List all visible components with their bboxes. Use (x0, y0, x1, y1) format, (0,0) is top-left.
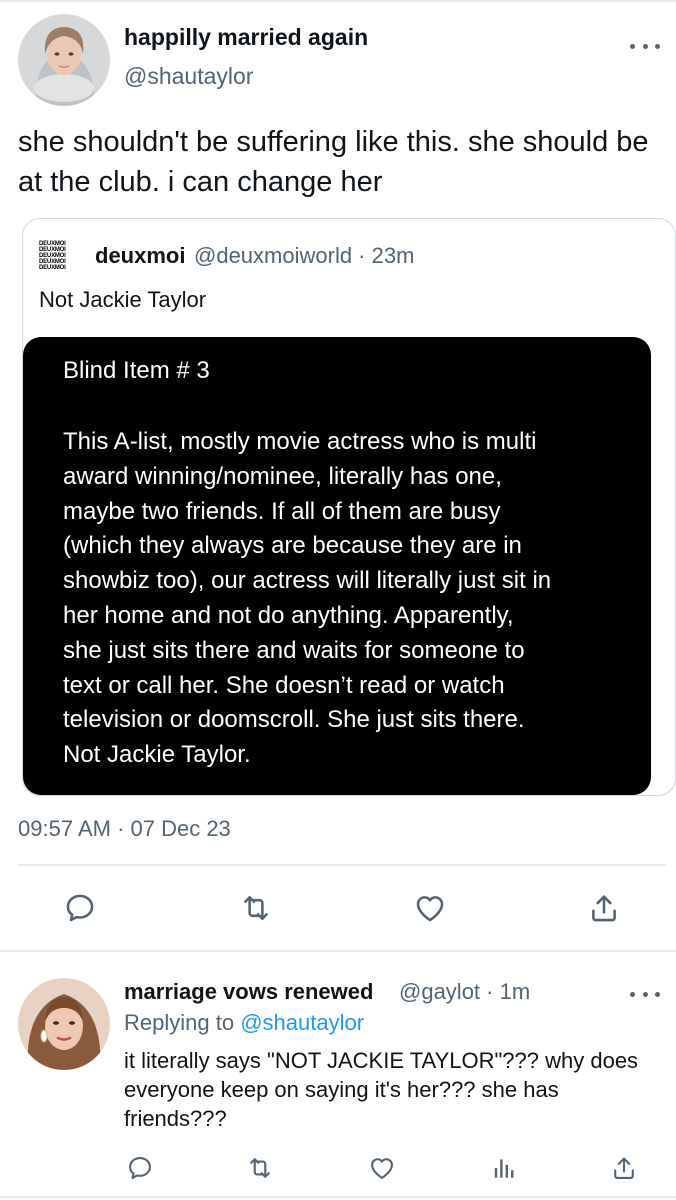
reply-icon[interactable] (60, 888, 100, 928)
replying-to-mention[interactable]: @shautaylor (240, 1010, 364, 1035)
more-options-icon[interactable] (630, 40, 660, 52)
author-avatar[interactable] (18, 14, 110, 106)
quoted-tweet[interactable]: DEUXMOI DEUXMOI DEUXMOI DEUXMOI DEUXMOI … (22, 218, 676, 796)
quoted-text: Not Jackie Taylor (39, 287, 207, 312)
share-icon[interactable] (608, 1152, 640, 1184)
like-icon[interactable] (410, 888, 450, 928)
author-display-name[interactable]: happilly married again (124, 24, 368, 51)
replying-to: Replying to @shautaylor (124, 1010, 365, 1035)
author-handle[interactable]: @shautaylor (124, 63, 253, 90)
reply-display-name[interactable]: marriage vows renewed (124, 979, 373, 1005)
quoted-display-name[interactable]: deuxmoi (95, 243, 185, 269)
more-options-icon[interactable] (630, 988, 660, 1000)
like-icon[interactable] (366, 1152, 398, 1184)
blind-item-image[interactable]: Blind Item # 3 This A-list, mostly movie… (23, 337, 651, 795)
share-icon[interactable] (584, 888, 624, 928)
blind-item-body: This A-list, mostly movie actress who is… (63, 428, 552, 769)
tweet-timestamp[interactable]: 09:57 AM · 07 Dec 23 (18, 816, 231, 842)
deuxmoi-logo: DEUXMOI DEUXMOI DEUXMOI DEUXMOI DEUXMOI (39, 241, 66, 271)
tweet-text: she shouldn't be suffering like this. sh… (18, 126, 649, 198)
retweet-icon[interactable] (244, 1152, 276, 1184)
quoted-handle-time: @deuxmoiworld · 23m (194, 243, 415, 268)
retweet-icon[interactable] (236, 888, 276, 928)
blind-item-title: Blind Item # 3 (63, 357, 210, 384)
reply-handle-time: @gaylot · 1m (399, 979, 531, 1004)
divider (0, 950, 676, 952)
analytics-icon[interactable] (488, 1152, 520, 1184)
divider (18, 864, 666, 866)
top-divider (0, 0, 676, 2)
reply-icon[interactable] (124, 1152, 156, 1184)
reply-text: it literally says "NOT JACKIE TAYLOR"???… (124, 1048, 639, 1131)
divider (0, 1196, 676, 1198)
reply-author-avatar[interactable] (18, 978, 110, 1070)
